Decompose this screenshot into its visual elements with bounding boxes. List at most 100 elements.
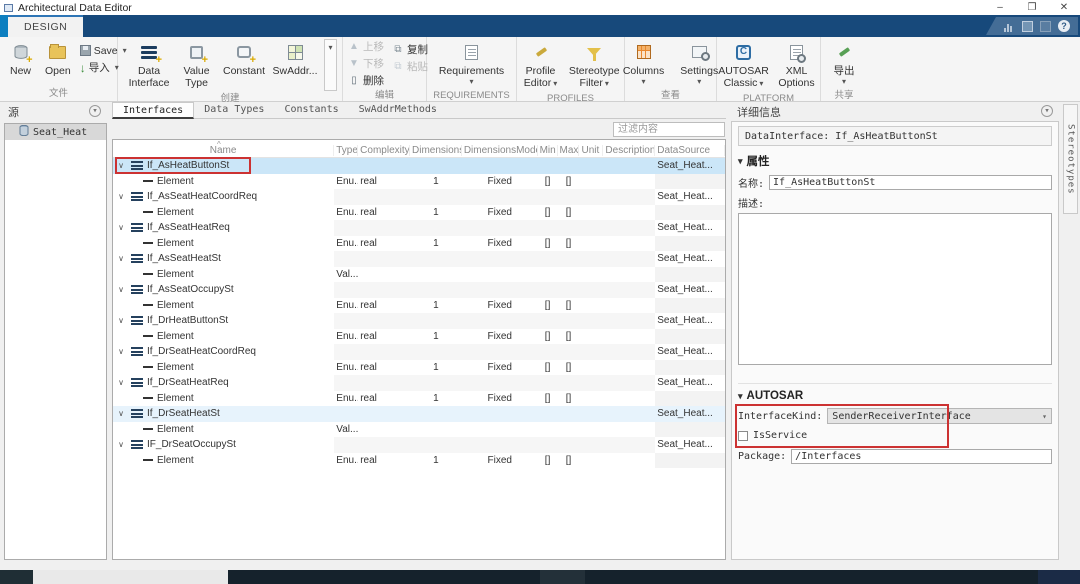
close-button[interactable]: ✕ <box>1048 0 1080 15</box>
source-item-seat_heat[interactable]: Seat_Heat <box>5 124 106 140</box>
cell <box>558 251 580 267</box>
description-field[interactable] <box>738 213 1052 365</box>
interface-kind-dropdown[interactable]: SenderReceiverInterface <box>827 408 1052 424</box>
data-interface-button[interactable]: + Data Interface <box>123 39 175 91</box>
new-button[interactable]: + New <box>5 39 36 79</box>
stereotype-filter-button[interactable]: Stereotype Filter <box>566 39 622 91</box>
open-button[interactable]: Open <box>40 39 76 79</box>
cell <box>579 205 603 221</box>
section-label-edit: 编辑 <box>343 90 426 102</box>
table-row[interactable]: ElementEnu...real1Fixed[][] <box>113 298 725 314</box>
collapse-panel-icon[interactable] <box>89 105 101 117</box>
cell <box>603 189 655 205</box>
expander-chevron-icon[interactable] <box>113 377 129 388</box>
table-row[interactable]: ElementVal... <box>113 422 725 438</box>
profile-editor-button[interactable]: Profile Editor <box>519 39 562 91</box>
delete-button[interactable]: ▯删除 <box>348 73 384 88</box>
minimize-button[interactable]: – <box>984 0 1016 15</box>
cell: 1 <box>410 453 462 469</box>
maximize-button[interactable]: ❐ <box>1016 0 1048 15</box>
expander-chevron-icon[interactable] <box>113 191 129 202</box>
column-header-max[interactable]: Max <box>558 145 580 156</box>
stereotypes-side-tab[interactable]: Stereotypes <box>1063 104 1078 214</box>
table-row[interactable]: If_DrHeatButtonStSeat_Heat... <box>113 313 725 329</box>
table-row[interactable]: ElementVal... <box>113 267 725 283</box>
columns-button[interactable]: Columns <box>618 39 669 88</box>
table-row[interactable]: ElementEnu...real1Fixed[][] <box>113 453 725 469</box>
cell <box>358 220 410 236</box>
expander-chevron-icon[interactable] <box>113 315 129 326</box>
export-button[interactable]: 导出 <box>829 39 860 88</box>
copy-button[interactable]: ⧉复制 <box>392 42 428 57</box>
expander-chevron-icon[interactable] <box>113 284 129 295</box>
expander-chevron-icon[interactable] <box>113 160 129 171</box>
tab-swaddrmethods[interactable]: SwAddrMethods <box>349 102 447 118</box>
table-row[interactable]: ElementEnu...real1Fixed[][] <box>113 360 725 376</box>
tab-data-types[interactable]: Data Types <box>194 102 274 118</box>
cell: Val... <box>334 267 358 283</box>
filter-input[interactable] <box>613 122 725 137</box>
tab-constants[interactable]: Constants <box>274 102 348 118</box>
tab-interfaces[interactable]: Interfaces <box>112 102 194 119</box>
interfaces-table: ^ NameTypeComplexityDimensionsDimensions… <box>112 139 726 560</box>
collapse-panel-icon[interactable] <box>1041 105 1053 117</box>
paste-icon[interactable] <box>1040 21 1051 32</box>
taskbar-app-segment[interactable] <box>33 570 228 584</box>
settings-button[interactable]: Settings <box>675 39 723 88</box>
cell: Seat_Heat... <box>655 375 725 391</box>
cell: Val... <box>334 422 358 438</box>
expander-chevron-icon[interactable] <box>113 253 129 264</box>
table-row[interactable]: If_DrSeatHeatCoordReqSeat_Heat... <box>113 344 725 360</box>
swaddr-button[interactable]: SwAddr... <box>270 39 320 91</box>
column-header-description[interactable]: Description <box>603 145 655 156</box>
column-header-type[interactable]: Type <box>334 145 358 156</box>
table-row[interactable]: IF_DrSeatOccupyStSeat_Heat... <box>113 437 725 453</box>
value-type-button[interactable]: + Value Type <box>175 39 218 91</box>
table-row[interactable]: If_AsSeatHeatCoordReqSeat_Heat... <box>113 189 725 205</box>
tab-design[interactable]: DESIGN <box>8 15 83 37</box>
move-down-button[interactable]: ▼下移 <box>348 56 384 71</box>
table-row[interactable]: If_AsSeatHeatStSeat_Heat... <box>113 251 725 267</box>
expander-chevron-icon[interactable] <box>113 408 129 419</box>
expander-chevron-icon[interactable] <box>113 346 129 357</box>
cell <box>334 251 358 267</box>
column-header-complexity[interactable]: Complexity <box>358 145 410 156</box>
table-row[interactable]: If_AsHeatButtonStSeat_Heat... <box>113 158 725 174</box>
package-field[interactable] <box>791 449 1052 464</box>
constant-button[interactable]: + Constant <box>218 39 270 91</box>
column-header-name[interactable]: Name <box>113 145 334 156</box>
is-service-checkbox[interactable] <box>738 431 748 441</box>
column-header-datasource[interactable]: DataSource <box>655 145 725 156</box>
create-overflow-button[interactable] <box>324 39 337 91</box>
table-row[interactable]: If_AsSeatHeatReqSeat_Heat... <box>113 220 725 236</box>
chart-icon[interactable] <box>1004 21 1015 32</box>
table-row[interactable]: ElementEnu...real1Fixed[][] <box>113 174 725 190</box>
table-row[interactable]: If_DrSeatHeatReqSeat_Heat... <box>113 375 725 391</box>
autosar-classic-button[interactable]: C AUTOSAR Classic <box>719 39 769 91</box>
paste-button[interactable]: ⧉粘贴 <box>392 59 428 74</box>
copy-icon[interactable] <box>1022 21 1033 32</box>
expander-chevron-icon[interactable] <box>113 222 129 233</box>
column-header-dimensionsmode[interactable]: DimensionsMode <box>462 145 538 156</box>
table-row[interactable]: If_AsSeatOccupyStSeat_Heat... <box>113 282 725 298</box>
move-up-button[interactable]: ▲上移 <box>348 39 384 54</box>
cell: Enu... <box>334 298 358 314</box>
table-row[interactable]: ElementEnu...real1Fixed[][] <box>113 391 725 407</box>
help-icon[interactable]: ? <box>1058 20 1070 32</box>
requirements-button[interactable]: Requirements <box>434 39 509 88</box>
cell <box>603 267 655 283</box>
name-field[interactable] <box>769 175 1052 190</box>
properties-section-header[interactable]: 属性 <box>738 153 1052 169</box>
column-header-dimensions[interactable]: Dimensions <box>410 145 462 156</box>
xml-options-button[interactable]: XML Options <box>775 39 819 91</box>
cell: 1 <box>410 360 462 376</box>
column-header-min[interactable]: Min <box>538 145 558 156</box>
table-row[interactable]: ElementEnu...real1Fixed[][] <box>113 329 725 345</box>
table-row[interactable]: If_DrSeatHeatStSeat_Heat... <box>113 406 725 422</box>
expander-chevron-icon[interactable] <box>113 439 129 450</box>
table-row[interactable]: ElementEnu...real1Fixed[][] <box>113 236 725 252</box>
column-header-unit[interactable]: Unit <box>579 145 603 156</box>
copy-icon: ⧉ <box>392 44 404 55</box>
autosar-section-header[interactable]: AUTOSAR <box>738 383 1052 402</box>
table-row[interactable]: ElementEnu...real1Fixed[][] <box>113 205 725 221</box>
